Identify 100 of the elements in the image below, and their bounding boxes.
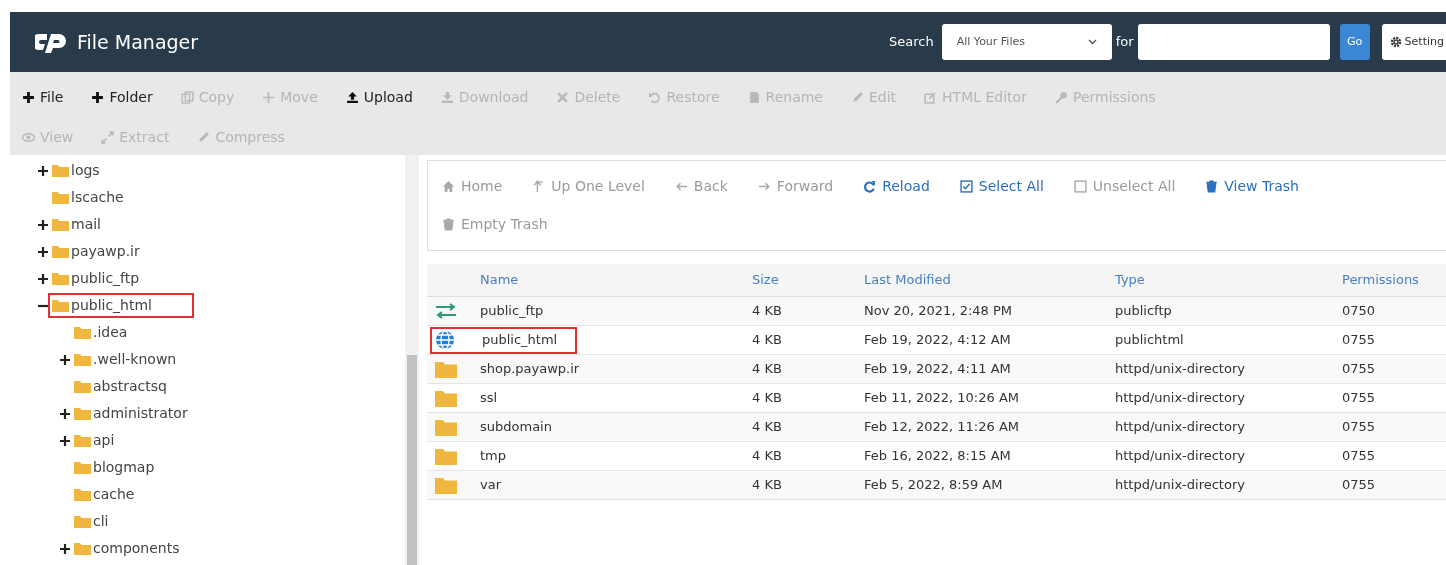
nav-button[interactable]: Select All: [959, 167, 1044, 205]
folder-icon: [74, 353, 91, 366]
toolbar-button[interactable]: Upload: [345, 86, 413, 108]
tree-item[interactable]: cache: [74, 484, 135, 505]
table-cell-text: 4 KB: [752, 302, 783, 321]
folder-icon: [52, 245, 69, 258]
expand-plus-icon[interactable]: [60, 435, 70, 446]
table-row[interactable]: public_html 4 KB Feb 19, 2022, 4:12 AM publichtml 0755: [427, 326, 1446, 355]
column-header[interactable]: Permissions: [1342, 270, 1442, 290]
expand-plus-icon[interactable]: [60, 408, 70, 419]
edit-icon: [924, 90, 938, 104]
scroll-thumb[interactable]: [407, 355, 417, 565]
search-scope-dropdown[interactable]: All Your Files: [941, 24, 1112, 60]
table-cell-text: public_ftp: [480, 302, 544, 321]
search-label: Search: [889, 33, 934, 52]
expand-plus-icon[interactable]: [38, 273, 48, 284]
table-cell-text: 4 KB: [752, 447, 783, 466]
table-cell-text: tmp: [480, 447, 506, 466]
table-cell-text: 4 KB: [752, 418, 783, 437]
tree-item[interactable]: components: [74, 538, 180, 559]
home-icon: [442, 179, 455, 193]
swap-arrows-icon: [435, 303, 457, 319]
chevron-down-icon: [1087, 39, 1097, 45]
table-cell-text: 0755: [1342, 389, 1377, 408]
search-field[interactable]: [1137, 24, 1330, 60]
table-cell-text: 0755: [1342, 360, 1377, 379]
tree-item[interactable]: abstractsq: [74, 376, 167, 397]
expand-icon: [101, 130, 115, 144]
up-arrow-icon: [532, 179, 546, 193]
table-cell-text: 0750: [1342, 302, 1377, 321]
tree-item[interactable]: .well-known: [74, 349, 177, 370]
expand-plus-icon[interactable]: [60, 543, 70, 554]
table-cell-text: httpd/unix-directory: [1115, 360, 1246, 379]
folder-icon: [52, 299, 69, 312]
nav-button[interactable]: Reload: [863, 167, 930, 205]
tree-item[interactable]: mail: [52, 214, 101, 235]
app-title: File Manager: [77, 29, 199, 55]
copy-icon: [180, 90, 194, 104]
folder-icon: [435, 447, 457, 465]
tree-item[interactable]: public_ftp: [52, 268, 140, 289]
table-row[interactable]: shop.payawp.ir 4 KB Feb 19, 2022, 4:11 AM httpd/unix-directory 0755: [427, 355, 1446, 384]
table-row[interactable]: public_ftp 4 KB Nov 20, 2021, 2:48 PM publicftp 0750: [427, 297, 1446, 326]
table-cell-text: Feb 19, 2022, 4:12 AM: [864, 331, 1012, 350]
key-icon: [1054, 90, 1068, 104]
folder-icon: [74, 380, 91, 393]
column-header[interactable]: Size: [752, 270, 864, 290]
document-icon: [747, 90, 761, 104]
settings-icon: [1389, 36, 1402, 48]
undo-icon: [648, 90, 662, 104]
folder-icon: [74, 461, 91, 474]
table-cell-text: 4 KB: [752, 360, 783, 379]
settings-button[interactable]: Setting: [1381, 24, 1446, 60]
expand-plus-icon[interactable]: [38, 246, 48, 257]
folder-icon: [435, 476, 457, 494]
expand-plus-icon[interactable]: [60, 354, 70, 365]
tree-item[interactable]: administrator: [74, 403, 188, 424]
folder-icon: [52, 272, 69, 285]
trash-icon: [442, 217, 455, 231]
highlighted-tree-item[interactable]: public_html: [48, 293, 194, 318]
folder-icon: [74, 407, 91, 420]
expand-plus-icon[interactable]: [38, 219, 48, 230]
expand-plus-icon[interactable]: [38, 165, 48, 176]
go-button[interactable]: Go: [1339, 24, 1370, 60]
tree-item[interactable]: logs: [52, 160, 100, 181]
folder-icon: [74, 515, 91, 528]
table-row[interactable]: var 4 KB Feb 5, 2022, 8:59 AM httpd/unix-directory 0755: [427, 471, 1446, 500]
column-header[interactable]: Name: [480, 270, 752, 290]
table-cell-text: subdomain: [480, 418, 552, 437]
highlighted-name-cell: public_html: [430, 326, 578, 354]
upload-icon: [345, 90, 359, 104]
table-cell-text: Nov 20, 2021, 2:48 PM: [864, 302, 1014, 321]
for-label: for: [1115, 33, 1134, 52]
table-cell-text: publichtml: [1115, 331, 1185, 350]
globe-icon: [435, 330, 455, 350]
column-header[interactable]: Last Modified: [864, 270, 1115, 290]
table-cell-text: Feb 11, 2022, 10:26 AM: [864, 389, 1020, 408]
folder-icon: [74, 434, 91, 447]
folder-icon: [52, 191, 69, 204]
move-icon: [262, 90, 276, 104]
folder-icon: [74, 488, 91, 501]
tree-item[interactable]: blogmap: [74, 457, 155, 478]
table-cell-text: shop.payawp.ir: [480, 360, 580, 379]
folder-icon: [435, 389, 457, 407]
table-cell-text: Feb 12, 2022, 11:26 AM: [864, 418, 1020, 437]
table-cell-text: httpd/unix-directory: [1115, 418, 1246, 437]
toolbar-button[interactable]: Folder: [91, 86, 153, 108]
tree-item[interactable]: cli: [74, 511, 109, 532]
trash-icon: [1205, 179, 1219, 193]
table-row[interactable]: subdomain 4 KB Feb 12, 2022, 11:26 AM httpd/unix-directory 0755: [427, 413, 1446, 442]
nav-button[interactable]: View Trash: [1205, 167, 1299, 205]
tree-item[interactable]: .idea: [74, 322, 128, 343]
tree-item[interactable]: api: [74, 430, 115, 451]
table-cell-text: 4 KB: [752, 389, 783, 408]
column-header[interactable]: Type: [1115, 270, 1342, 290]
tree-item[interactable]: payawp.ir: [52, 241, 140, 262]
table-cell-text: 4 KB: [752, 331, 783, 350]
table-cell-text: Feb 16, 2022, 8:15 AM: [864, 447, 1012, 466]
folder-icon: [52, 164, 69, 177]
toolbar-button[interactable]: File: [22, 86, 64, 108]
tree-item[interactable]: lscache: [52, 187, 124, 208]
